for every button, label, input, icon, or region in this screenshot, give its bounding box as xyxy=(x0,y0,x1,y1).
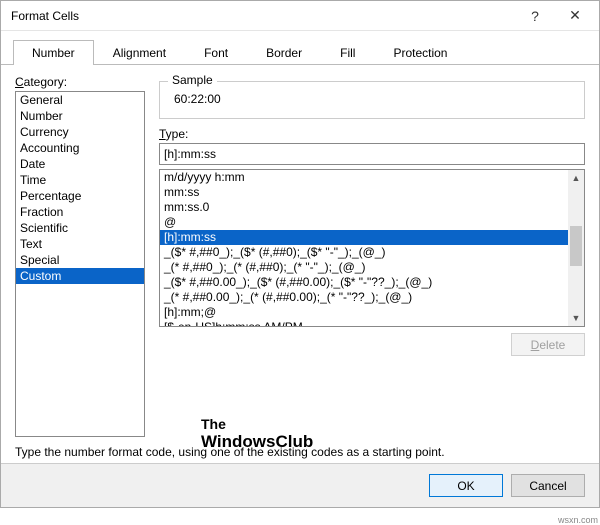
delete-button: Delete xyxy=(511,333,585,356)
scroll-up-icon[interactable]: ▲ xyxy=(568,170,584,186)
button-label: OK xyxy=(457,479,474,493)
tab-alignment[interactable]: Alignment xyxy=(94,40,185,65)
category-item[interactable]: Date xyxy=(16,156,144,172)
category-column: Category: GeneralNumberCurrencyAccountin… xyxy=(15,75,145,437)
close-icon: ✕ xyxy=(569,7,581,24)
scroll-track[interactable] xyxy=(568,186,584,310)
hint-text: Type the number format code, using one o… xyxy=(1,443,599,463)
category-listbox[interactable]: GeneralNumberCurrencyAccountingDateTimeP… xyxy=(15,91,145,437)
sample-value: 60:22:00 xyxy=(170,92,574,106)
titlebar: Format Cells ? ✕ xyxy=(1,1,599,31)
dialog-footer: OK Cancel xyxy=(1,463,599,507)
tab-label: Font xyxy=(204,46,228,60)
type-item[interactable]: _($* #,##0.00_);_($* (#,##0.00);_($* "-"… xyxy=(160,275,584,290)
tab-protection[interactable]: Protection xyxy=(374,40,466,65)
type-item[interactable]: mm:ss xyxy=(160,185,584,200)
sample-group: Sample 60:22:00 xyxy=(159,81,585,119)
tab-label: Protection xyxy=(393,46,447,60)
type-input[interactable] xyxy=(159,143,585,165)
sample-legend: Sample xyxy=(168,73,217,87)
category-item[interactable]: Currency xyxy=(16,124,144,140)
type-item[interactable]: @ xyxy=(160,215,584,230)
tab-bar: Number Alignment Font Border Fill Protec… xyxy=(1,31,599,65)
category-item[interactable]: Fraction xyxy=(16,204,144,220)
category-item[interactable]: Special xyxy=(16,252,144,268)
type-item[interactable]: [h]:mm:ss xyxy=(160,230,584,245)
type-item[interactable]: mm:ss.0 xyxy=(160,200,584,215)
type-item[interactable]: [$-en-US]h:mm:ss AM/PM xyxy=(160,320,584,327)
ok-button[interactable]: OK xyxy=(429,474,503,497)
scrollbar[interactable]: ▲ ▼ xyxy=(568,170,584,326)
scroll-down-icon[interactable]: ▼ xyxy=(568,310,584,326)
help-button[interactable]: ? xyxy=(515,2,555,30)
details-column: Sample 60:22:00 Type: m/d/yyyy h:mmmm:ss… xyxy=(159,75,585,437)
type-item[interactable]: m/d/yyyy h:mm xyxy=(160,170,584,185)
tab-border[interactable]: Border xyxy=(247,40,321,65)
type-item[interactable]: _($* #,##0_);_($* (#,##0);_($* "-"_);_(@… xyxy=(160,245,584,260)
category-item[interactable]: Time xyxy=(16,172,144,188)
close-button[interactable]: ✕ xyxy=(555,2,595,30)
cancel-button[interactable]: Cancel xyxy=(511,474,585,497)
tab-fill[interactable]: Fill xyxy=(321,40,374,65)
category-item[interactable]: Percentage xyxy=(16,188,144,204)
category-item[interactable]: Number xyxy=(16,108,144,124)
window-title: Format Cells xyxy=(11,9,515,23)
tab-font[interactable]: Font xyxy=(185,40,247,65)
category-item[interactable]: Text xyxy=(16,236,144,252)
type-listbox[interactable]: m/d/yyyy h:mmmm:ssmm:ss.0@[h]:mm:ss_($* … xyxy=(159,169,585,327)
type-item[interactable]: [h]:mm;@ xyxy=(160,305,584,320)
help-icon: ? xyxy=(531,8,539,24)
type-label: Type: xyxy=(159,127,585,141)
category-item[interactable]: Accounting xyxy=(16,140,144,156)
tab-label: Number xyxy=(32,46,75,60)
tab-label: Border xyxy=(266,46,302,60)
dialog-body: Category: GeneralNumberCurrencyAccountin… xyxy=(1,65,599,443)
tab-label: Alignment xyxy=(113,46,166,60)
type-item[interactable]: _(* #,##0_);_(* (#,##0);_(* "-"_);_(@_) xyxy=(160,260,584,275)
category-label: Category: xyxy=(15,75,145,89)
category-item[interactable]: General xyxy=(16,92,144,108)
scroll-thumb[interactable] xyxy=(570,226,582,266)
category-item[interactable]: Scientific xyxy=(16,220,144,236)
tab-number[interactable]: Number xyxy=(13,40,94,65)
tab-label: Fill xyxy=(340,46,355,60)
source-caption: wsxn.com xyxy=(558,515,598,525)
format-cells-dialog: Format Cells ? ✕ Number Alignment Font B… xyxy=(0,0,600,508)
button-label: Cancel xyxy=(529,479,566,493)
type-item[interactable]: _(* #,##0.00_);_(* (#,##0.00);_(* "-"??_… xyxy=(160,290,584,305)
category-item[interactable]: Custom xyxy=(16,268,144,284)
